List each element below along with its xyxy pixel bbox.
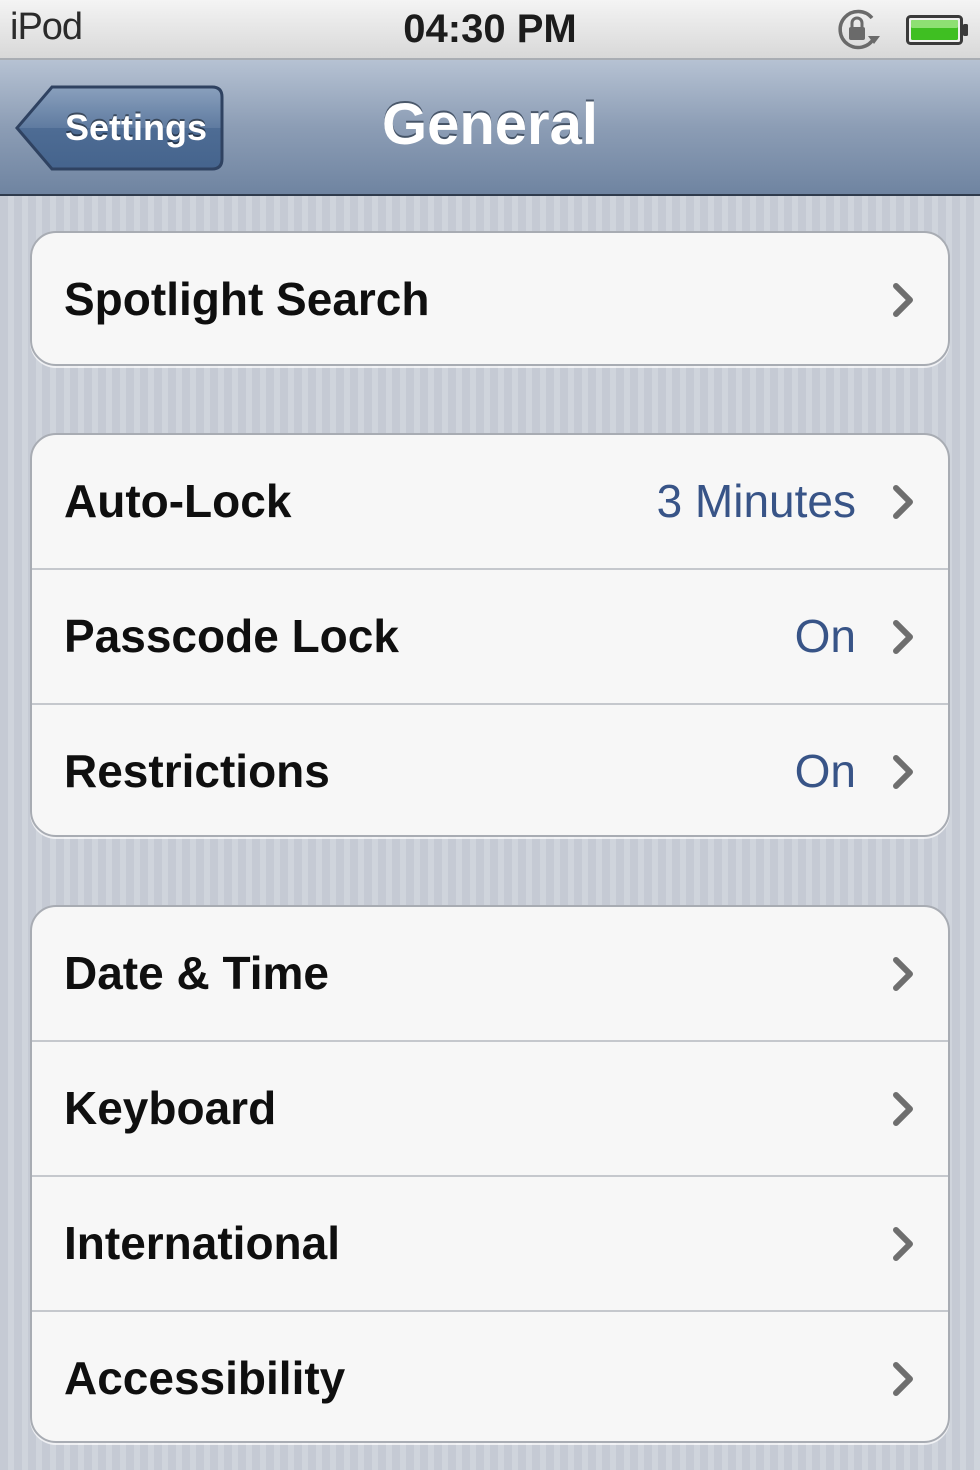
chevron-right-icon xyxy=(893,957,913,991)
settings-group-locale: Date & Time Keyboard International Acces… xyxy=(30,905,950,1443)
list-item-accessibility[interactable]: Accessibility xyxy=(32,1310,948,1441)
settings-group-search: Spotlight Search xyxy=(30,231,950,366)
settings-group-security: Auto-Lock 3 Minutes Passcode Lock On Res… xyxy=(30,433,950,837)
chevron-right-icon xyxy=(893,620,913,654)
list-item-value: On xyxy=(794,610,856,662)
list-item-label: Accessibility xyxy=(64,1352,346,1404)
list-item-label: Passcode Lock xyxy=(64,610,399,662)
chevron-right-icon xyxy=(893,283,913,317)
list-item-passcode-lock[interactable]: Passcode Lock On xyxy=(32,568,948,703)
list-item-label: Auto-Lock xyxy=(64,475,292,527)
list-item-restrictions[interactable]: Restrictions On xyxy=(32,703,948,835)
chevron-right-icon xyxy=(893,755,913,789)
status-bar: iPod 04:30 PM xyxy=(0,0,980,60)
list-item-label: Keyboard xyxy=(64,1082,277,1134)
battery-icon xyxy=(906,15,970,45)
rotation-lock-icon xyxy=(834,8,882,52)
page-title: General xyxy=(382,92,598,157)
chevron-right-icon xyxy=(893,1362,913,1396)
list-item-auto-lock[interactable]: Auto-Lock 3 Minutes xyxy=(32,435,948,568)
list-item-date-time[interactable]: Date & Time xyxy=(32,907,948,1040)
list-item-label: Spotlight Search xyxy=(64,273,430,325)
chevron-right-icon xyxy=(893,485,913,519)
chevron-right-icon xyxy=(893,1092,913,1126)
navigation-bar: Settings General xyxy=(0,60,980,196)
list-item-label: Restrictions xyxy=(64,745,330,797)
chevron-right-icon xyxy=(893,1227,913,1261)
list-item-value: 3 Minutes xyxy=(656,475,856,527)
list-item-international[interactable]: International xyxy=(32,1175,948,1310)
status-time: 04:30 PM xyxy=(403,7,577,51)
list-item-spotlight-search[interactable]: Spotlight Search xyxy=(32,233,948,364)
list-item-label: Date & Time xyxy=(64,947,330,999)
list-item-label: International xyxy=(64,1217,341,1269)
list-item-value: On xyxy=(794,745,856,797)
list-item-keyboard[interactable]: Keyboard xyxy=(32,1040,948,1175)
